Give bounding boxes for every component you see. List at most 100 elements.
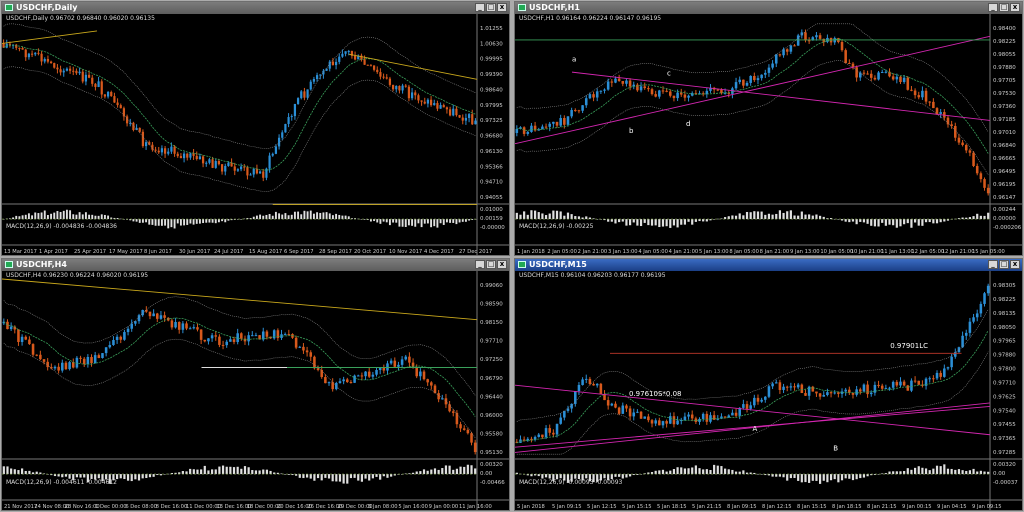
candle-body	[375, 370, 378, 375]
resistance-trendline	[2, 278, 478, 321]
time-tick-label: 27 Dec 2017	[459, 249, 492, 255]
macd-histogram-bar	[837, 474, 840, 483]
macd-histogram-bar	[530, 474, 533, 477]
candle-body	[291, 334, 294, 338]
macd-histogram-bar	[386, 474, 389, 478]
macd-histogram-bar	[2, 466, 5, 475]
candle-body	[97, 355, 101, 358]
candle-body	[687, 414, 690, 417]
macd-histogram-bar	[826, 474, 829, 483]
maximize-button[interactable]: □	[999, 3, 1009, 12]
time-tick-label: 5 Jan 21:15	[692, 504, 722, 510]
time-tick-label: 10 Jan 21:00	[851, 249, 884, 255]
candle-body	[515, 128, 519, 133]
candle-body	[537, 434, 541, 437]
macd-histogram-bar	[167, 219, 170, 229]
macd-histogram-bar	[899, 471, 902, 475]
price-chart[interactable]: 0.98400 0.98225 0.98055 0.97880 0.97705 0.975…	[515, 14, 1023, 256]
ohlc-readout: USDCHF,M15 0.96104 0.96203 0.96177 0.961…	[519, 272, 666, 279]
candle-body	[395, 85, 398, 90]
chart-annotation: b	[629, 127, 634, 135]
candle-body	[541, 434, 544, 438]
chart-window-h1[interactable]: USDCHF,H1 _ □ x 0.98400 0.98225 0.98055 0.9…	[514, 1, 1023, 256]
candle-body	[851, 392, 855, 395]
price-chart[interactable]: 0.99060 0.98590 0.98150 0.97710 0.97250 0.967…	[2, 271, 510, 511]
macd-histogram-bar	[800, 474, 803, 483]
maximize-button[interactable]: □	[486, 3, 496, 12]
macd-histogram-bar	[251, 470, 254, 475]
macd-histogram-bar	[621, 219, 624, 222]
minimize-button[interactable]: _	[988, 260, 998, 269]
window-titlebar[interactable]: USDCHF,M15 _ □ x	[515, 259, 1022, 271]
macd-histogram-bar	[94, 215, 97, 220]
candle-body	[218, 336, 221, 345]
candle-body	[734, 82, 738, 89]
candle-body	[928, 378, 931, 380]
macd-histogram-bar	[829, 474, 833, 481]
macd-histogram-bar	[439, 219, 442, 224]
minimize-button[interactable]: _	[475, 260, 485, 269]
minimize-button[interactable]: _	[988, 3, 998, 12]
close-button[interactable]: x	[497, 3, 507, 12]
macd-histogram-bar	[574, 216, 577, 220]
macd-histogram-bar	[302, 474, 305, 479]
macd-histogram-bar	[398, 219, 401, 227]
macd-histogram-bar	[221, 219, 224, 222]
chart-window-m15[interactable]: USDCHF,M15 _ □ x 0.98305 0.98225 0.98135 0.…	[514, 258, 1023, 511]
price-chart[interactable]: 0.98305 0.98225 0.98135 0.98050 0.97965 0.978…	[515, 271, 1023, 511]
price-tick-label: 0.97325	[480, 118, 503, 124]
window-titlebar[interactable]: USDCHF,H1 _ □ x	[515, 2, 1022, 14]
close-button[interactable]: x	[1010, 3, 1020, 12]
macd-histogram-bar	[319, 212, 322, 220]
macd-histogram-bar	[107, 215, 110, 220]
macd-histogram-bar	[884, 473, 887, 475]
macd-histogram-bar	[840, 219, 844, 221]
macd-histogram-bar	[6, 466, 9, 475]
candle-body	[195, 155, 198, 160]
macd-histogram-bar	[610, 219, 613, 222]
candle-body	[935, 372, 939, 379]
macd-histogram-bar	[987, 212, 990, 220]
maximize-button[interactable]: □	[999, 260, 1009, 269]
candle-body	[939, 112, 942, 114]
time-tick-label: 5 Jan 2018	[517, 504, 545, 510]
price-chart[interactable]: 1.01255 1.00630 0.99995 0.99390 0.98640 0.979…	[2, 14, 510, 256]
candle-body	[15, 44, 18, 48]
price-tick-label: 0.98225	[993, 297, 1016, 303]
time-tick-label: 20 Oct 2017	[354, 249, 386, 255]
macd-histogram-bar	[935, 219, 939, 224]
price-tick-label: 0.98400	[993, 26, 1016, 32]
close-button[interactable]: x	[1010, 260, 1020, 269]
candle-body	[420, 100, 423, 102]
ohlc-readout: USDCHF,Daily 0.96702 0.96840 0.96020 0.9…	[6, 15, 155, 22]
macd-histogram-bar	[654, 219, 657, 226]
candle-body	[595, 383, 599, 386]
candle-body	[764, 72, 767, 75]
candle-body	[972, 317, 975, 322]
candle-body	[921, 90, 924, 98]
candle-body	[462, 428, 466, 430]
candle-body	[445, 107, 449, 110]
candle-body	[559, 417, 562, 424]
candle-body	[258, 171, 262, 174]
macd-histogram-bar	[968, 217, 971, 220]
candle-body	[647, 88, 650, 90]
window-titlebar[interactable]: USDCHF,Daily _ □ x	[2, 2, 509, 14]
time-tick-label: 2 Jan 05:00	[547, 249, 577, 255]
candle-body	[207, 338, 210, 342]
macd-histogram-bar	[68, 474, 71, 479]
close-button[interactable]: x	[497, 260, 507, 269]
chart-window-daily[interactable]: USDCHF,Daily _ □ x 1.01255 1.00630 0.99995…	[1, 1, 510, 256]
maximize-button[interactable]: □	[486, 260, 496, 269]
window-titlebar[interactable]: USDCHF,H4 _ □ x	[2, 259, 509, 271]
time-tick-label: 8 Jan 21:00	[760, 249, 790, 255]
chart-window-h4[interactable]: USDCHF,H4 _ □ x 0.99060 0.98590 0.98150 0.9…	[1, 258, 510, 511]
macd-histogram-bar	[84, 212, 87, 220]
candle-body	[986, 187, 990, 194]
candle-body	[588, 378, 592, 385]
macd-histogram-bar	[775, 213, 778, 220]
candle-body	[68, 362, 71, 370]
price-tick-label: 0.96130	[480, 149, 503, 155]
macd-histogram-bar	[170, 219, 173, 228]
minimize-button[interactable]: _	[475, 3, 485, 12]
